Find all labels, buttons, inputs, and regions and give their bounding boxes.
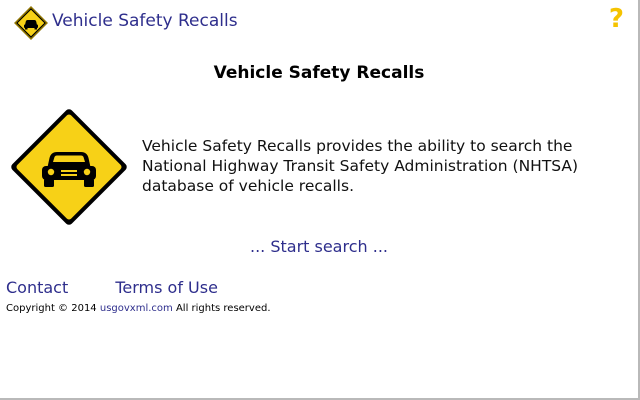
car-warning-sign-icon [11, 109, 127, 225]
footer-links: Contact Terms of Use [6, 278, 218, 297]
description-text: Vehicle Safety Recalls provides the abil… [142, 137, 579, 195]
contact-link[interactable]: Contact [6, 278, 68, 297]
usgovxml-link[interactable]: usgovxml.com [100, 303, 173, 314]
copyright-suffix: All rights reserved. [172, 303, 271, 314]
page-title: Vehicle Safety Recalls [213, 63, 425, 83]
header-title-link[interactable]: Vehicle Safety Recalls [52, 11, 238, 31]
copyright-prefix: Copyright © 2014 [6, 303, 100, 314]
car-warning-sign-icon[interactable] [14, 6, 48, 40]
start-search-link[interactable]: ... Start search ... [0, 237, 638, 256]
terms-of-use-link[interactable]: Terms of Use [115, 278, 218, 297]
app-window: Vehicle Safety Recalls ? Vehicle Safety … [0, 0, 640, 400]
header: Vehicle Safety Recalls ? [0, 0, 638, 42]
copyright-text: Copyright © 2014 usgovxml.com All rights… [6, 303, 271, 314]
help-question-icon[interactable]: ? [609, 6, 624, 32]
